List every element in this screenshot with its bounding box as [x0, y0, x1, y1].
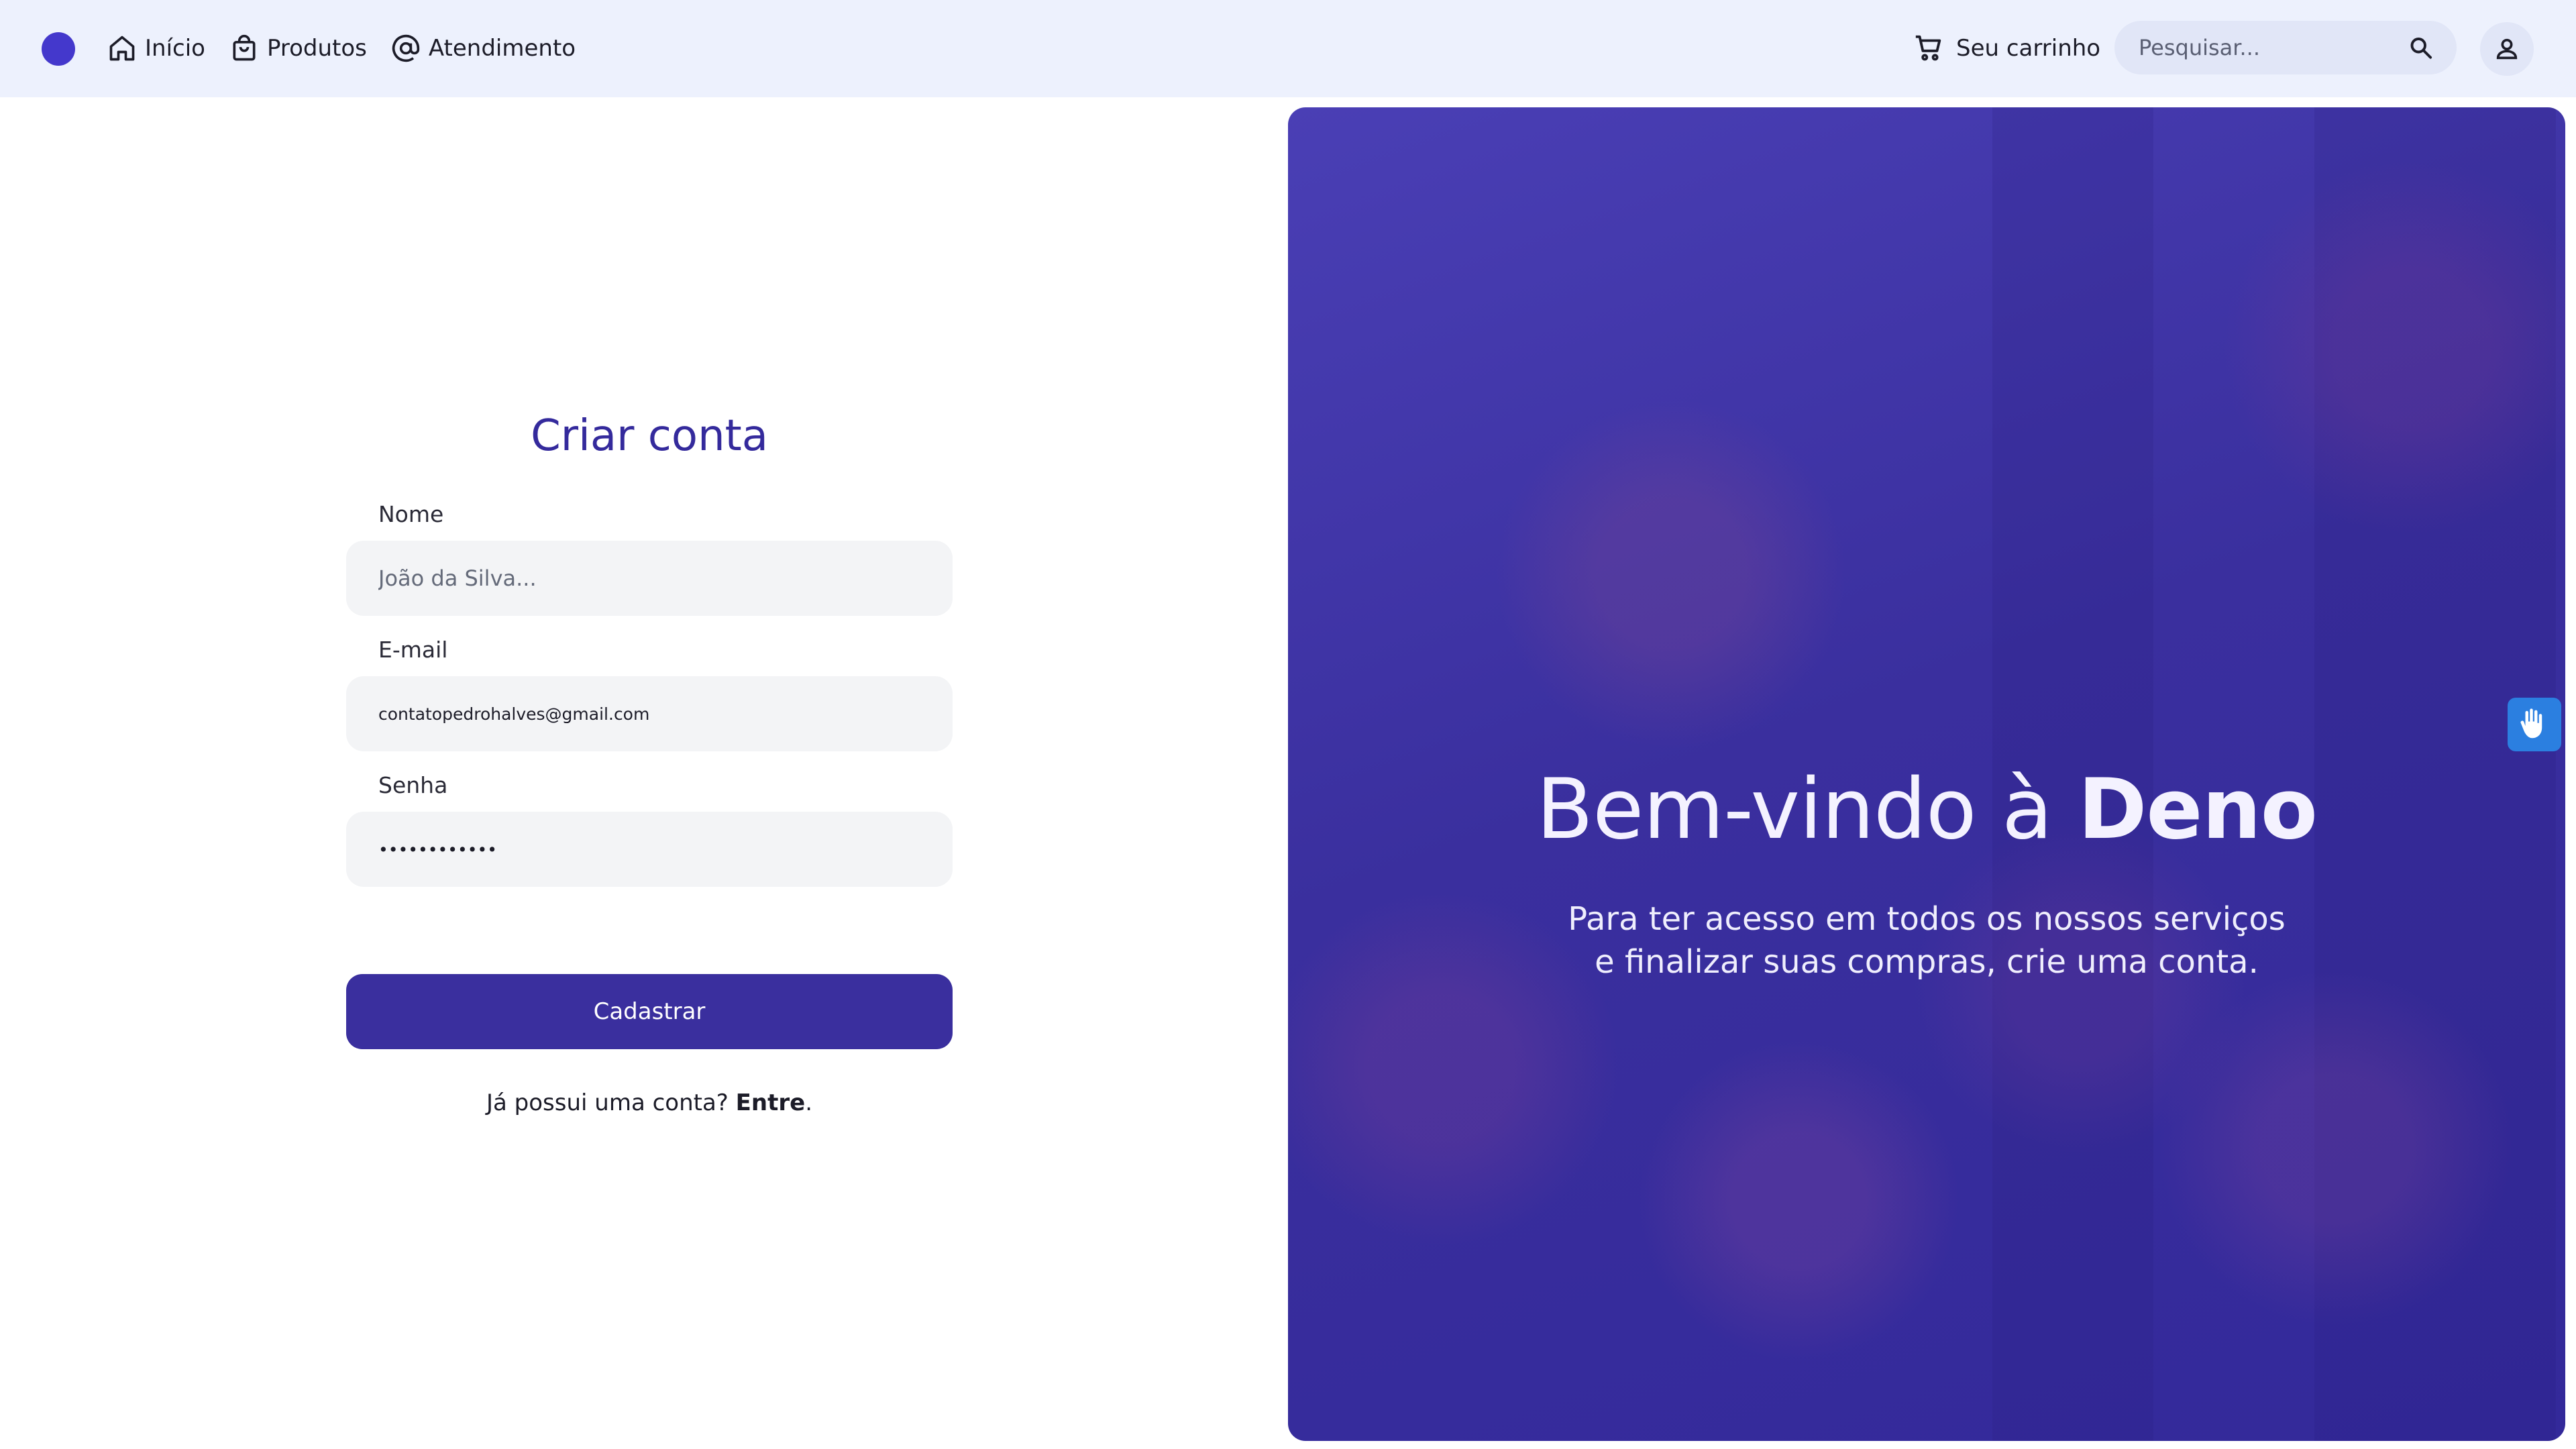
form-title: Criar conta [531, 411, 768, 461]
sign-language-hands-icon [2520, 708, 2542, 739]
search-input[interactable] [2137, 34, 2408, 61]
hero-title: Bem-vindo à Deno [1288, 761, 2565, 858]
hero-panel: Bem-vindo à Deno Para ter acesso em todo… [1288, 107, 2565, 1441]
email-label: E-mail [378, 637, 448, 663]
nav-item-atendimento[interactable]: Atendimento [391, 34, 576, 63]
login-prompt: Já possui uma conta? Entre. [346, 1089, 953, 1116]
hero-subtitle: Para ter acesso em todos os nossos servi… [1568, 900, 2286, 981]
nav-label-atendimento: Atendimento [428, 35, 576, 62]
nav-item-produtos[interactable]: Produtos [229, 34, 367, 63]
accessibility-widget[interactable] [2508, 698, 2561, 751]
search-icon[interactable] [2408, 32, 2434, 63]
login-link[interactable]: Entre [736, 1089, 806, 1116]
search-box [2114, 21, 2457, 74]
main-nav: Início Produtos Atendimento [107, 27, 576, 70]
name-label: Nome [378, 501, 444, 527]
shopping-bag-icon [233, 34, 256, 61]
user-icon [2496, 38, 2518, 60]
login-prompt-text: Já possui uma conta? [486, 1089, 736, 1116]
logo[interactable] [42, 32, 75, 66]
hero-brand: Deno [2078, 761, 2317, 858]
password-field[interactable] [346, 812, 953, 887]
nav-label-produtos: Produtos [266, 35, 367, 62]
cart-button[interactable]: Seu carrinho [1913, 27, 2100, 70]
name-field[interactable] [346, 541, 953, 616]
login-prompt-suffix: . [805, 1089, 812, 1116]
nav-item-inicio[interactable]: Início [107, 34, 205, 63]
password-label: Senha [378, 772, 448, 798]
nav-label-inicio: Início [145, 35, 205, 62]
signup-form: Criar conta Nome E-mail Senha Cadastrar … [346, 402, 953, 1116]
home-icon [109, 36, 135, 61]
email-field[interactable] [346, 676, 953, 751]
shopping-cart-icon [1915, 35, 1941, 61]
top-navbar: Início Produtos Atendimento Seu carrinho [0, 0, 2576, 97]
hero-title-prefix: Bem-vindo à [1536, 761, 2078, 858]
user-account-button[interactable] [2480, 22, 2534, 76]
at-sign-icon [392, 34, 420, 62]
signup-button[interactable]: Cadastrar [346, 974, 953, 1049]
cart-label: Seu carrinho [1956, 35, 2101, 62]
